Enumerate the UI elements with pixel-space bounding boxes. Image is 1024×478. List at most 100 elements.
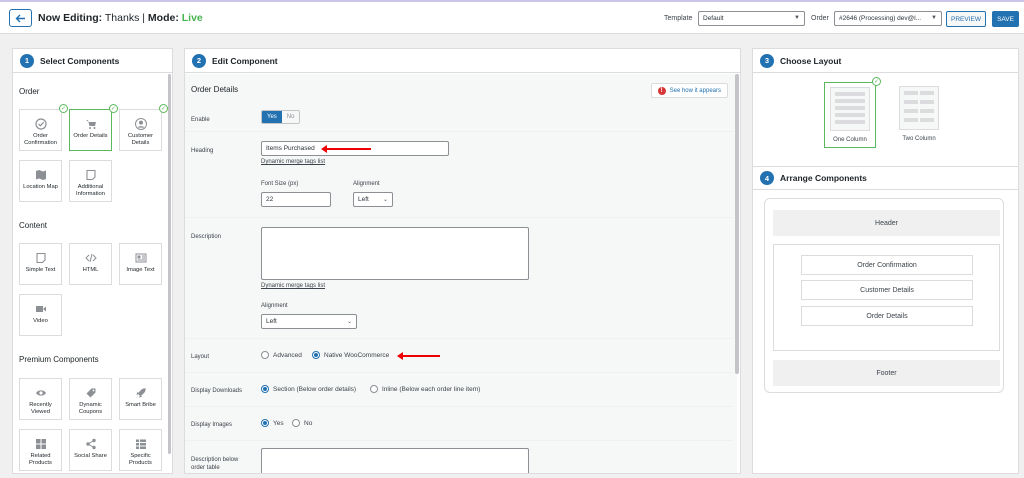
desc-alignment-select[interactable]: Left ⌄ — [261, 314, 357, 329]
selected-check-icon: ✓ — [872, 77, 881, 86]
component-label: Order Details — [73, 133, 108, 139]
arrow-left-icon — [15, 14, 25, 22]
radio-checked-icon — [261, 385, 269, 393]
arrange-item[interactable]: Order Details — [801, 306, 973, 326]
panel-title: Choose Layout — [780, 55, 842, 66]
section-label-premium: Premium Components — [19, 355, 99, 364]
layout-option-two-column[interactable]: Two Column — [893, 82, 945, 148]
chevron-down-icon: ⌄ — [346, 319, 352, 325]
panel-title: Edit Component — [212, 55, 278, 66]
component-additional-information[interactable]: Additional Information — [69, 160, 112, 202]
component-label: Image Text — [126, 267, 155, 273]
component-smart-bribe[interactable]: Smart Bribe — [119, 378, 162, 420]
save-button[interactable]: SAVE — [992, 11, 1019, 27]
radio-checked-icon — [261, 419, 269, 427]
desc-below-label: Description below order table — [191, 457, 239, 472]
description-textarea[interactable] — [261, 227, 529, 280]
downloads-label: Display Downloads — [191, 388, 243, 394]
downloads-option-inline[interactable]: Inline (Below each order line item) — [370, 385, 480, 393]
component-related-products[interactable]: Related Products — [19, 429, 62, 471]
arrange-components-box: Header Order Confirmation Customer Detai… — [764, 198, 1004, 393]
desc-alignment-label: Alignment — [261, 303, 288, 309]
preview-button[interactable]: PREVIEW — [946, 11, 986, 27]
radio-icon — [292, 419, 300, 427]
desc-merge-tags-link[interactable]: Dynamic merge tags list — [261, 283, 325, 289]
component-order-confirmation[interactable]: Order Confirmation — [19, 109, 62, 151]
radio-icon — [370, 385, 378, 393]
arrange-header-block[interactable]: Header — [773, 210, 1000, 236]
section-label-order: Order — [19, 87, 40, 96]
component-label: Recently Viewed — [29, 402, 52, 415]
layout-option-label: Native WooCommerce — [324, 351, 390, 359]
component-image-text[interactable]: Image Text — [119, 243, 162, 285]
chevron-down-icon: ▼ — [931, 15, 937, 21]
downloads-option-label: Inline (Below each order line item) — [382, 385, 481, 393]
enable-label: Enable — [191, 117, 210, 123]
page-title: Now Editing: Thanks | Mode: Live — [38, 12, 203, 24]
desc-below-textarea[interactable] — [261, 448, 529, 473]
downloads-row: Display Downloads Section (Below order d… — [185, 374, 733, 407]
component-label: Specific Products — [129, 453, 152, 466]
edit-component-header: 2 Edit Component — [185, 49, 740, 73]
selected-check-icon: ✓ — [159, 104, 168, 113]
chevron-down-icon: ⌄ — [382, 197, 388, 203]
component-label: HTML — [82, 267, 99, 273]
arrange-footer-block[interactable]: Footer — [773, 360, 1000, 386]
alignment-select[interactable]: Left ⌄ — [353, 192, 393, 207]
layout-option-one-column[interactable]: One Column — [824, 82, 876, 148]
step-number: 4 — [760, 171, 774, 185]
template-select-value: Default — [703, 15, 724, 22]
see-how-label: See how it appears — [669, 87, 721, 94]
component-simple-text[interactable]: Simple Text — [19, 243, 62, 285]
component-label: Smart Bribe — [125, 402, 156, 408]
image-text-icon — [135, 253, 146, 263]
description-label: Description — [191, 234, 222, 240]
component-social-share[interactable]: Social Share — [69, 429, 112, 471]
arrange-item[interactable]: Customer Details — [801, 280, 973, 300]
step-number: 2 — [192, 53, 206, 68]
code-icon — [84, 253, 97, 263]
enable-no[interactable]: No — [281, 111, 300, 123]
downloads-option-section[interactable]: Section (Below order details) — [261, 385, 356, 393]
images-option-yes[interactable]: Yes — [261, 419, 284, 427]
component-video[interactable]: Video — [19, 294, 62, 336]
enable-yes[interactable]: Yes — [262, 111, 282, 123]
component-dynamic-coupons[interactable]: Dynamic Coupons — [69, 378, 112, 420]
radio-checked-icon — [312, 351, 320, 359]
component-recently-viewed[interactable]: Recently Viewed — [19, 378, 62, 420]
order-select[interactable]: #2646 (Processing) dev@l... ▼ — [834, 11, 942, 26]
two-column-icon — [899, 86, 939, 130]
select-components-panel: 1 Select Components Order Order Confirma… — [12, 48, 173, 474]
layout-option-advanced[interactable]: Advanced — [261, 351, 302, 359]
downloads-option-label: Section (Below order details) — [273, 385, 357, 393]
layout-panel: 3 Choose Layout One Column ✓ Two Column … — [752, 48, 1019, 474]
component-location-map[interactable]: Location Map — [19, 160, 62, 202]
component-order-details[interactable]: Order Details — [69, 109, 112, 151]
select-components-header: 1 Select Components — [13, 49, 172, 73]
component-specific-products[interactable]: Specific Products — [119, 429, 162, 471]
arrange-item[interactable]: Order Confirmation — [801, 255, 973, 275]
component-customer-details[interactable]: Customer Details — [119, 109, 162, 151]
middle-panel-scrollbar[interactable] — [735, 74, 739, 374]
panel-title: Select Components — [40, 55, 120, 66]
images-option-no[interactable]: No — [292, 419, 312, 427]
font-size-input[interactable]: 22 — [261, 192, 331, 207]
tag-icon — [86, 388, 95, 398]
merge-tags-link[interactable]: Dynamic merge tags list — [261, 159, 325, 165]
images-option-label: No — [304, 419, 313, 427]
description-row: Description Dynamic merge tags list Alig… — [185, 219, 733, 339]
note-icon — [35, 252, 46, 264]
note-icon — [85, 169, 96, 181]
cart-icon — [85, 120, 96, 129]
chevron-down-icon: ▼ — [794, 15, 800, 21]
component-html[interactable]: HTML — [69, 243, 112, 285]
share-icon — [85, 438, 96, 450]
left-panel-scrollbar[interactable] — [168, 74, 171, 454]
back-button[interactable] — [9, 9, 32, 27]
enable-toggle[interactable]: Yes No — [261, 110, 301, 124]
see-how-it-appears-button[interactable]: ! See how it appears — [650, 83, 728, 98]
layout-option-native[interactable]: Native WooCommerce — [312, 351, 389, 359]
video-icon — [35, 306, 46, 312]
list-icon — [135, 439, 146, 449]
template-select[interactable]: Default ▼ — [698, 11, 805, 26]
